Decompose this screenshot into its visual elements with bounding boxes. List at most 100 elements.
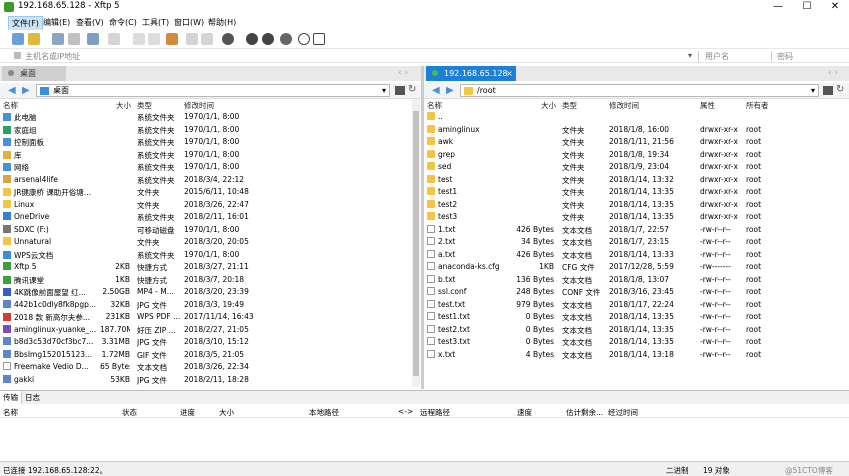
stop-icon[interactable] — [186, 33, 198, 45]
close-button[interactable]: ✕ — [821, 0, 849, 14]
file-row[interactable]: Unnatural 文件夹 2018/3/20, 20:05 — [0, 236, 412, 249]
disconnect-icon[interactable] — [68, 33, 80, 45]
host-input[interactable]: 主机名或IP地址 — [25, 51, 80, 62]
file-row[interactable]: 2.txt 34 Bytes 文本文档 2018/1/7, 23:15 -rw-r--r… — [424, 236, 849, 249]
file-row[interactable]: SDXC (F:) 可移动磁盘 1970/1/1, 8:00 — [0, 224, 412, 237]
menu-view[interactable]: 查看(V) — [73, 16, 107, 29]
col-size[interactable]: 大小 — [541, 100, 556, 111]
username-input[interactable]: 用户名 — [705, 51, 729, 62]
properties-icon[interactable] — [87, 33, 99, 45]
minimize-button[interactable]: — — [764, 0, 792, 14]
file-row[interactable]: 2018 款 新高尔夫参... 231KB WPS PDF ... 2017/11/1… — [0, 311, 412, 324]
xfer-col-eta[interactable]: 估计剩余... — [566, 407, 603, 418]
refresh-icon[interactable] — [201, 33, 213, 45]
new-session-icon[interactable] — [12, 33, 24, 45]
file-row[interactable]: test2.txt 0 Bytes 文本文档 2018/1/14, 13:35 -rw-… — [424, 324, 849, 337]
file-row[interactable]: awk 文件夹 2018/1/11, 21:56 drwxr-xr-x root — [424, 136, 849, 149]
tab-scroll-arrows-icon[interactable]: ‹ › — [398, 68, 408, 78]
left-path-input[interactable]: 桌面 ▾ — [36, 84, 390, 97]
xfer-col-dir[interactable]: <-> — [398, 407, 413, 416]
menu-help[interactable]: 帮助(H) — [205, 16, 239, 29]
paste-icon[interactable] — [148, 33, 160, 45]
file-row[interactable]: a.txt 426 Bytes 文本文档 2018/1/14, 13:33 -rw-r-… — [424, 249, 849, 262]
back-arrow-icon[interactable]: ◀ — [8, 85, 16, 96]
col-size[interactable]: 大小 — [116, 100, 131, 111]
xfer-col-elapsed[interactable]: 经过时间 — [608, 407, 638, 418]
file-row[interactable]: 4K跳像前面屋望 红... 2.50GB MP4 - M... 2018/3/20, … — [0, 286, 412, 299]
gear-icon[interactable] — [280, 33, 292, 45]
refresh-icon[interactable]: ↻ — [408, 84, 416, 95]
file-row[interactable]: 控制面板 系统文件夹 1970/1/1, 8:00 — [0, 136, 412, 149]
globe-icon[interactable] — [222, 33, 234, 45]
file-row[interactable]: ssl.conf 248 Bytes CONF 文件 2018/3/16, 23:45… — [424, 286, 849, 299]
file-row[interactable]: test 文件夹 2018/1/14, 13:32 drwxr-xr-x root — [424, 174, 849, 187]
file-row[interactable]: sed 文件夹 2018/1/9, 23:04 drwxr-xr-x root — [424, 161, 849, 174]
file-row[interactable]: aminglinux 文件夹 2018/1/8, 16:00 drwxr-xr-x ro… — [424, 124, 849, 137]
menu-command[interactable]: 命令(C) — [106, 16, 140, 29]
file-row[interactable]: WPS云文档 系统文件夹 1970/1/1, 8:00 — [0, 249, 412, 262]
tab-log[interactable]: 日志 — [25, 391, 40, 404]
file-row[interactable]: JR健康桥 课助开俗塘... 文件夹 2015/6/11, 10:48 — [0, 186, 412, 199]
xfer-col-name[interactable]: 名称 — [3, 407, 18, 418]
file-row[interactable]: x.txt 4 Bytes 文本文档 2018/1/14, 13:18 -rw-r--r… — [424, 349, 849, 362]
file-row[interactable]: .. — [424, 111, 849, 124]
xshell-icon[interactable] — [246, 33, 258, 45]
host-dropdown-icon[interactable]: ▾ — [688, 51, 692, 60]
file-row[interactable]: 库 系统文件夹 1970/1/1, 8:00 — [0, 149, 412, 162]
left-scrollbar[interactable] — [412, 99, 420, 387]
connect-icon[interactable] — [52, 33, 64, 45]
file-row[interactable]: test1 文件夹 2018/1/14, 13:35 drwxr-xr-x root — [424, 186, 849, 199]
sync-icon[interactable] — [166, 33, 178, 45]
file-row[interactable]: Xftp 5 2KB 快捷方式 2018/3/27, 21:11 — [0, 261, 412, 274]
xfer-col-remote[interactable]: 远程路径 — [420, 407, 450, 418]
tab-local[interactable]: 桌面 — [2, 66, 66, 81]
col-modified[interactable]: 修改时间 — [184, 100, 214, 111]
left-scroll-thumb[interactable] — [413, 111, 419, 376]
col-modified[interactable]: 修改时间 — [609, 100, 639, 111]
close-tab-icon[interactable]: × — [506, 66, 513, 81]
file-row[interactable]: test1.txt 0 Bytes 文本文档 2018/1/14, 13:35 -rw-… — [424, 311, 849, 324]
menu-tools[interactable]: 工具(T) — [139, 16, 172, 29]
maximize-button[interactable]: ☐ — [793, 0, 821, 14]
path-dropdown-icon[interactable]: ▾ — [811, 85, 815, 96]
col-attr[interactable]: 属性 — [700, 100, 715, 111]
col-name[interactable]: 名称 — [3, 100, 18, 111]
help-icon[interactable] — [298, 33, 310, 45]
back-arrow-icon[interactable]: ◀ — [432, 85, 440, 96]
tab-scroll-arrows-icon[interactable]: ‹ › — [828, 68, 838, 78]
file-row[interactable]: 442b1c0dly8fk8pgp... 32KB JPG 文件 2018/3/3, … — [0, 299, 412, 312]
file-row[interactable]: 网络 系统文件夹 1970/1/1, 8:00 — [0, 161, 412, 174]
file-row[interactable]: test3 文件夹 2018/1/14, 13:35 drwxr-xr-x root — [424, 211, 849, 224]
forward-arrow-icon[interactable]: ▶ — [22, 85, 30, 96]
file-row[interactable]: gakki 53KB JPG 文件 2018/2/11, 18:28 — [0, 374, 412, 387]
col-type[interactable]: 类型 — [137, 100, 152, 111]
xfer-col-local[interactable]: 本地路径 — [309, 407, 339, 418]
feedback-icon[interactable] — [313, 33, 325, 45]
file-row[interactable]: b8d3c53d70cf3bc7... 3.31MB JPG 文件 2018/3/10… — [0, 336, 412, 349]
open-folder-icon[interactable] — [823, 86, 833, 95]
file-row[interactable]: OneDrive 系统文件夹 2018/2/11, 16:01 — [0, 211, 412, 224]
file-row[interactable]: BbsImg152015123... 1.72MB GIF 文件 2018/3/5, … — [0, 349, 412, 362]
file-row[interactable]: Freemake Vedio D... 65 Bytes 文本文档 2018/3/26… — [0, 361, 412, 374]
xfer-col-status[interactable]: 状态 — [122, 407, 137, 418]
col-name[interactable]: 名称 — [427, 100, 442, 111]
tab-transfers[interactable]: 传输 — [0, 391, 22, 404]
path-dropdown-icon[interactable]: ▾ — [382, 85, 386, 96]
file-row[interactable]: test2 文件夹 2018/1/14, 13:35 drwxr-xr-x root — [424, 199, 849, 212]
file-row[interactable]: 家庭组 系统文件夹 1970/1/1, 8:00 — [0, 124, 412, 137]
file-row[interactable]: 1.txt 426 Bytes 文本文档 2018/1/7, 22:57 -rw-r--… — [424, 224, 849, 237]
xfer-col-progress[interactable]: 进度 — [180, 407, 195, 418]
file-row[interactable]: test3.txt 0 Bytes 文本文档 2018/1/14, 13:35 -rw-… — [424, 336, 849, 349]
xftp-icon[interactable] — [262, 33, 274, 45]
file-row[interactable]: 腾讯课堂 1KB 快捷方式 2018/3/7, 20:18 — [0, 274, 412, 287]
password-input[interactable]: 密码 — [777, 51, 793, 62]
file-row[interactable]: aminglinux-yuanke_...187.70MB 好压 ZIP ... 2… — [0, 324, 412, 337]
forward-arrow-icon[interactable]: ▶ — [446, 85, 454, 96]
col-type[interactable]: 类型 — [562, 100, 577, 111]
col-owner[interactable]: 所有者 — [746, 100, 769, 111]
xfer-col-size[interactable]: 大小 — [219, 407, 234, 418]
file-row[interactable]: b.txt 136 Bytes 文本文档 2018/1/8, 13:07 -rw-r--… — [424, 274, 849, 287]
xfer-col-speed[interactable]: 速度 — [517, 407, 532, 418]
open-folder-icon[interactable] — [28, 33, 40, 45]
menu-file[interactable]: 文件(F) — [8, 16, 43, 31]
